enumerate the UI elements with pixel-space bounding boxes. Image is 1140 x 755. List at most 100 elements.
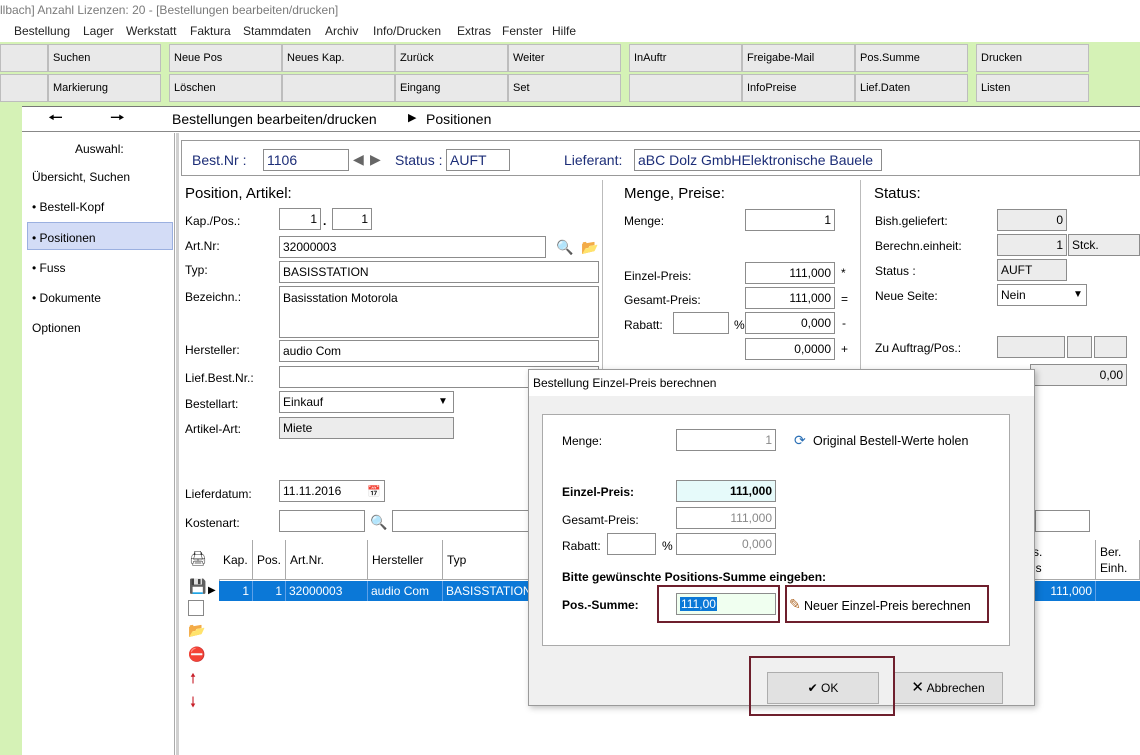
row-pointer-icon: ▶ [208,585,216,596]
drucken-button[interactable]: Drucken [976,44,1089,72]
markierung-button[interactable]: Markierung [48,74,161,102]
col-header-kap[interactable]: Kap. [219,540,253,580]
zuschlag-field[interactable]: 0,0000 [745,338,835,360]
next-order-icon[interactable]: ▶ [370,151,381,167]
blank-doc-icon[interactable] [188,600,204,616]
search-icon[interactable]: 🔍 [556,239,573,255]
cell-preis: 111,000 [1029,581,1096,601]
col-header-ber-einh[interactable]: Ber. Einh. [1096,540,1140,580]
kostenart-right-field[interactable] [1035,510,1090,532]
lieferant-field[interactable]: aBC Dolz GmbHElektronische Bauele [634,149,882,171]
listen-button[interactable]: Listen [976,74,1089,102]
best-nr-field[interactable]: 1106 [263,149,349,171]
pos-summe-button[interactable]: Pos.Summe [855,44,968,72]
menu-hilfe[interactable]: Hilfe [552,24,576,38]
zu-auftrag-label: Zu Auftrag/Pos.: [875,341,962,355]
menu-faktura[interactable]: Faktura [190,24,231,38]
kostenart-label: Kostenart: [185,516,240,530]
highlight-possumme [657,585,780,623]
menu-fenster[interactable]: Fenster [502,24,543,38]
kap-field[interactable]: 1 [279,208,321,230]
set-button[interactable]: Set [508,74,621,102]
hersteller-field[interactable]: audio Com [279,340,599,362]
freigabe-mail-button[interactable]: Freigabe-Mail [742,44,855,72]
rabatt-value-field[interactable]: 0,000 [745,312,835,334]
breadcrumb-separator-icon: ▶ [408,112,417,124]
col-header-hersteller[interactable]: Hersteller [368,540,443,580]
refresh-icon[interactable]: ⟳ [794,432,806,448]
kostenart-field[interactable] [279,510,365,532]
suchen-button[interactable]: Suchen [48,44,161,72]
weiter-button[interactable]: Weiter [508,44,621,72]
bestellart-select[interactable]: Einkauf [279,391,454,413]
cell-artnr: 32000003 [286,581,368,601]
zurueck-button[interactable]: Zurück [395,44,508,72]
kostenart-search-icon[interactable]: 🔍 [370,514,387,530]
menge-field[interactable]: 1 [745,209,835,231]
menu-bar: Bestellung Lager Werkstatt Faktura Stamm… [0,20,1140,42]
menu-werkstatt[interactable]: Werkstatt [126,24,176,38]
operator-plus: + [841,342,849,356]
menu-bestellung[interactable]: Bestellung [14,24,70,38]
dialog-rabatt-value-field: 0,000 [676,533,776,555]
col-header-pos[interactable]: Pos. [253,540,286,580]
inauftr-button[interactable]: InAuftr [629,44,742,72]
neue-seite-label: Neue Seite: [875,289,938,303]
col-header-artnr[interactable]: Art.Nr. [286,540,368,580]
toolbar-empty-button-2[interactable] [629,74,742,102]
berechn-einheit-field: 1 [997,234,1067,256]
lieferdatum-label: Lieferdatum: [185,487,252,501]
neue-pos-button[interactable]: Neue Pos [169,44,282,72]
menu-lager[interactable]: Lager [83,24,114,38]
neues-kap-button[interactable]: Neues Kap. [282,44,395,72]
sidebar-item-positionen[interactable]: • Positionen [32,231,96,245]
rabatt-pct-field[interactable] [673,312,729,334]
arrow-right-icon[interactable]: 🠖 [110,109,125,126]
typ-field[interactable]: BASISSTATION [279,261,599,283]
einzelpreis-field[interactable]: 111,000 [745,262,835,284]
sidebar-item-uebersicht[interactable]: Übersicht, Suchen [32,170,130,184]
loeschen-button[interactable]: Löschen [169,74,282,102]
status-state-label: Status : [875,264,916,278]
eingang-button[interactable]: Eingang [395,74,508,102]
liefbestnr-label: Lief.Best.Nr.: [185,371,254,385]
cancel-label: Abbrechen [926,681,985,695]
move-down-icon[interactable]: 🠗 [190,694,196,710]
sidebar-item-bestell-kopf[interactable]: • Bestell-Kopf [32,200,104,214]
status-section-title: Status: [874,185,921,202]
neue-seite-chevron-down-icon[interactable]: ▼ [1073,287,1083,303]
menu-info-drucken[interactable]: Info/Drucken [373,24,441,38]
col-header-preis[interactable]: s. is [1029,540,1096,580]
chevron-down-icon[interactable]: ▼ [438,394,448,410]
save-icon[interactable]: 💾 [189,578,206,594]
folder-move-icon[interactable]: 📂 [188,622,205,638]
menu-extras[interactable]: Extras [457,24,491,38]
menu-archiv[interactable]: Archiv [325,24,358,38]
folder-arrow-icon[interactable]: 📂 [581,239,598,255]
prev-order-icon[interactable]: ◀ [353,151,364,167]
move-up-icon[interactable]: 🠕 [190,670,196,686]
sidebar: Auswahl: Übersicht, Suchen • Bestell-Kop… [26,133,175,755]
gesamtpreis-field[interactable]: 111,000 [745,287,835,309]
delete-icon[interactable]: ⛔ [188,646,205,662]
calendar-icon[interactable]: 📅 [367,484,381,500]
left-strip [0,106,22,755]
pos-field[interactable]: 1 [332,208,372,230]
sidebar-item-dokumente[interactable]: • Dokumente [32,291,101,305]
artnr-field[interactable]: 32000003 [279,236,546,258]
menu-stammdaten[interactable]: Stammdaten [243,24,311,38]
toolbar-empty-button[interactable] [282,74,395,102]
infopreise-button[interactable]: InfoPreise [742,74,855,102]
dialog-menge-field: 1 [676,429,776,451]
sidebar-item-optionen[interactable]: Optionen [32,321,81,335]
dialog-rabatt-label: Rabatt: [562,539,601,553]
arrow-left-icon[interactable]: 🠔 [48,109,63,126]
original-werte-button[interactable]: Original Bestell-Werte holen [813,434,968,448]
bezeichn-field[interactable]: Basisstation Motorola [279,286,599,338]
dialog-possumme-label: Pos.-Summe: [562,598,639,612]
lief-daten-button[interactable]: Lief.Daten [855,74,968,102]
col-header-typ[interactable]: Typ [443,540,529,580]
sidebar-item-fuss[interactable]: • Fuss [32,261,66,275]
kostenart-desc-field[interactable] [392,510,532,532]
cancel-button[interactable]: ✕ Abbrechen [893,672,1003,704]
